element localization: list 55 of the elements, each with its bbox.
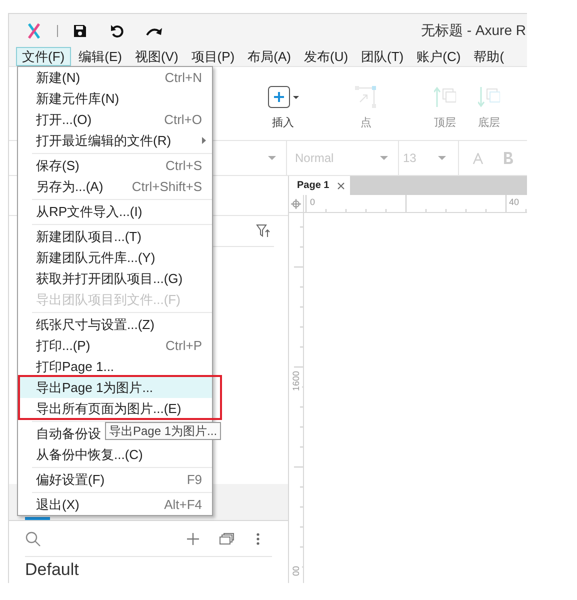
page-tab[interactable]: Page 1 <box>289 176 350 195</box>
toolbar-button[interactable]: 插入 <box>263 86 303 132</box>
menu-item[interactable]: 退出(X) Alt+F4 <box>18 494 212 515</box>
crosshair-icon[interactable] <box>291 198 301 208</box>
plus-box-icon <box>268 86 298 108</box>
caret-icon <box>268 156 276 160</box>
caret-icon <box>438 156 446 160</box>
menu-item[interactable]: 新建团队元件库...(Y) <box>18 247 212 268</box>
menu-item[interactable]: 打印...(P) Ctrl+P <box>18 335 212 356</box>
menu-item[interactable]: 从RP文件导入...(I) <box>18 201 212 222</box>
font-color-icon[interactable] <box>473 152 483 164</box>
menu-item[interactable]: 新建元件库(N) <box>18 88 212 109</box>
menu-bar-item[interactable]: 帮助( <box>468 47 510 66</box>
menu-item[interactable]: 保存(S) Ctrl+S <box>18 155 212 176</box>
menu-item[interactable]: 另存为...(A) Ctrl+Shift+S <box>18 176 212 197</box>
ruler-label: 0 <box>310 197 316 207</box>
menu-bar-item[interactable]: 视图(V) <box>128 47 184 66</box>
active-tab-indicator <box>25 517 50 520</box>
stacked-pages-icon[interactable] <box>219 532 234 544</box>
window-title: 无标题 - Axure R <box>420 21 526 40</box>
bring-to-front-icon <box>434 86 456 108</box>
close-icon[interactable] <box>337 182 345 190</box>
filter-icon[interactable] <box>256 224 270 238</box>
menu-item[interactable]: 新建团队项目...(T) <box>18 226 212 247</box>
menu-item[interactable]: 导出Page 1为图片... <box>18 377 212 398</box>
library-heading: Default <box>25 560 79 579</box>
undo-icon[interactable] <box>110 24 124 38</box>
menu-item[interactable]: 打开最近编辑的文件(R) <box>18 130 212 151</box>
menu-item[interactable]: 偏好设置(F) F9 <box>18 469 212 490</box>
plus-icon[interactable] <box>187 532 199 544</box>
ruler-label: 40 <box>509 197 520 207</box>
tooltip: 导出Page 1为图片... <box>105 422 222 440</box>
caret-icon <box>380 156 388 160</box>
menu-bar-item[interactable]: 文件(F) <box>16 47 71 66</box>
menu-item[interactable]: 打印Page 1... <box>18 356 212 377</box>
menu-item[interactable]: 新建(N) Ctrl+N <box>18 67 212 88</box>
send-to-back-icon <box>478 86 500 108</box>
ruler-label: 1600 <box>290 371 302 392</box>
save-icon[interactable] <box>73 24 87 38</box>
menu-bar-item[interactable]: 项目(P) <box>185 47 241 66</box>
menu-bar-item[interactable]: 账户(C) <box>410 47 467 66</box>
point-line-icon <box>355 86 377 108</box>
menu-item[interactable]: 从备份中恢复...(C) <box>18 444 212 465</box>
menu-bar-item[interactable]: 布局(A) <box>242 47 297 66</box>
menu-bar-item[interactable]: 编辑(E) <box>72 47 128 66</box>
menu-item[interactable]: 纸张尺寸与设置...(Z) <box>18 314 212 335</box>
more-icon[interactable] <box>256 532 260 544</box>
ruler-label: 00 <box>290 566 302 576</box>
menu-item[interactable]: 导出所有页面为图片...(E) <box>18 398 212 419</box>
search-icon[interactable] <box>25 530 41 546</box>
menu-bar-item[interactable]: 团队(T) <box>355 47 410 66</box>
menu-item[interactable]: 打开...(O) Ctrl+O <box>18 109 212 130</box>
logo-icon <box>27 22 41 38</box>
menu-item[interactable]: 获取并打开团队项目...(G) <box>18 268 212 289</box>
menu-bar-item[interactable]: 发布(U) <box>298 47 354 66</box>
